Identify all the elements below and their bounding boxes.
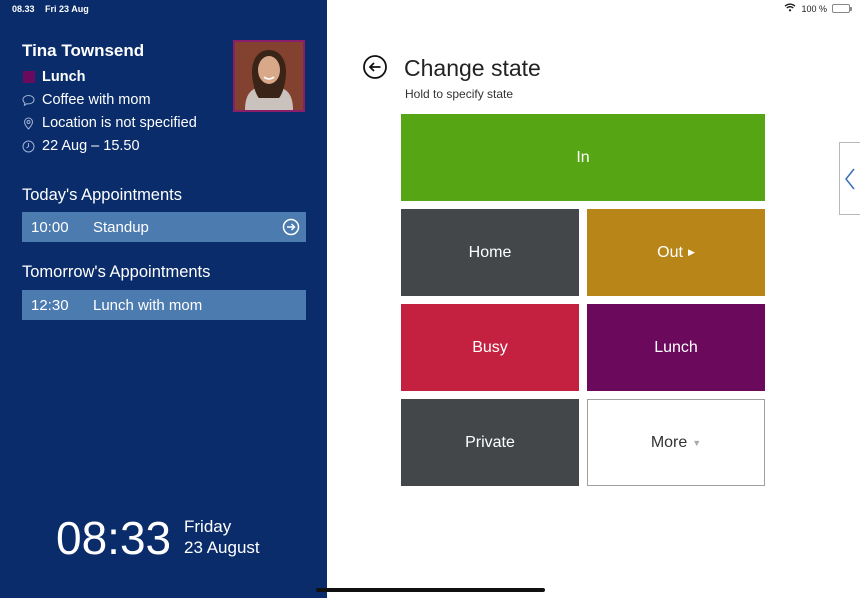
arrow-left-circle-icon — [363, 55, 387, 79]
today-appointments-title: Today's Appointments — [22, 186, 182, 204]
back-button[interactable] — [362, 54, 388, 80]
appointment-time: 10:00 — [31, 218, 69, 236]
state-tile-out[interactable]: Out ▶ — [587, 209, 765, 296]
home-indicator[interactable] — [316, 588, 545, 592]
user-until-row: 22 Aug – 15.50 — [22, 138, 140, 154]
speech-bubble-icon — [22, 94, 35, 107]
clock-time: 08:33 — [56, 512, 172, 564]
state-tile-label: In — [576, 148, 590, 166]
status-date: Fri 23 Aug — [45, 4, 89, 14]
status-time: 08.33 — [12, 4, 35, 14]
state-tile-in[interactable]: In — [401, 114, 765, 201]
user-name: Tina Townsend — [22, 41, 145, 60]
state-tile-label: Busy — [472, 338, 508, 356]
arrow-right-circle-icon[interactable] — [282, 218, 300, 236]
user-state: Lunch — [42, 69, 86, 85]
caret-down-icon: ▼ — [692, 437, 702, 448]
user-avatar — [233, 40, 305, 112]
tomorrow-appointments-title: Tomorrow's Appointments — [22, 263, 211, 281]
state-swatch-icon — [22, 71, 35, 84]
user-location-row: Location is not specified — [22, 115, 197, 131]
status-bar-left: 08.33 Fri 23 Aug — [12, 4, 97, 14]
state-tile-label: Lunch — [654, 338, 698, 356]
appointment-row[interactable]: 12:30 Lunch with mom — [22, 290, 306, 320]
state-tile-label: More — [650, 433, 688, 451]
clock-icon — [22, 140, 35, 153]
appointment-title: Lunch with mom — [93, 296, 203, 314]
state-tile-busy[interactable]: Busy — [401, 304, 579, 391]
state-tile-label: Out — [657, 243, 683, 261]
user-panel: 08.33 Fri 23 Aug Tina Townsend Lunch Cof… — [0, 0, 327, 598]
clock-date: Friday 23 August — [184, 516, 260, 558]
chevron-left-icon — [845, 168, 855, 189]
state-tile-lunch[interactable]: Lunch — [587, 304, 765, 391]
status-bar-right: 100 % — [779, 3, 852, 14]
wifi-icon — [784, 3, 796, 14]
battery-percent: 100 % — [801, 3, 827, 14]
appointment-title: Standup — [93, 218, 149, 236]
user-location: Location is not specified — [42, 115, 197, 131]
appointment-row[interactable]: 10:00 Standup — [22, 212, 306, 242]
side-panel-toggle[interactable] — [839, 142, 860, 215]
page-title: Change state — [404, 55, 541, 81]
user-message: Coffee with mom — [42, 92, 151, 108]
state-tile-label: Home — [468, 243, 512, 261]
state-tile-private[interactable]: Private — [401, 399, 579, 486]
user-state-row: Lunch — [22, 69, 86, 85]
clock-date-text: 23 August — [184, 538, 260, 557]
clock-weekday: Friday — [184, 517, 232, 536]
state-tile-more[interactable]: More ▼ — [587, 399, 765, 486]
state-tile-label: Private — [465, 433, 515, 451]
user-message-row: Coffee with mom — [22, 92, 151, 108]
battery-icon — [832, 4, 852, 13]
appointment-time: 12:30 — [31, 296, 69, 314]
state-tile-home[interactable]: Home — [401, 209, 579, 296]
location-pin-icon — [22, 116, 35, 130]
page-subtitle: Hold to specify state — [405, 87, 514, 101]
user-until: 22 Aug – 15.50 — [42, 138, 140, 154]
caret-right-icon: ▶ — [687, 247, 695, 257]
